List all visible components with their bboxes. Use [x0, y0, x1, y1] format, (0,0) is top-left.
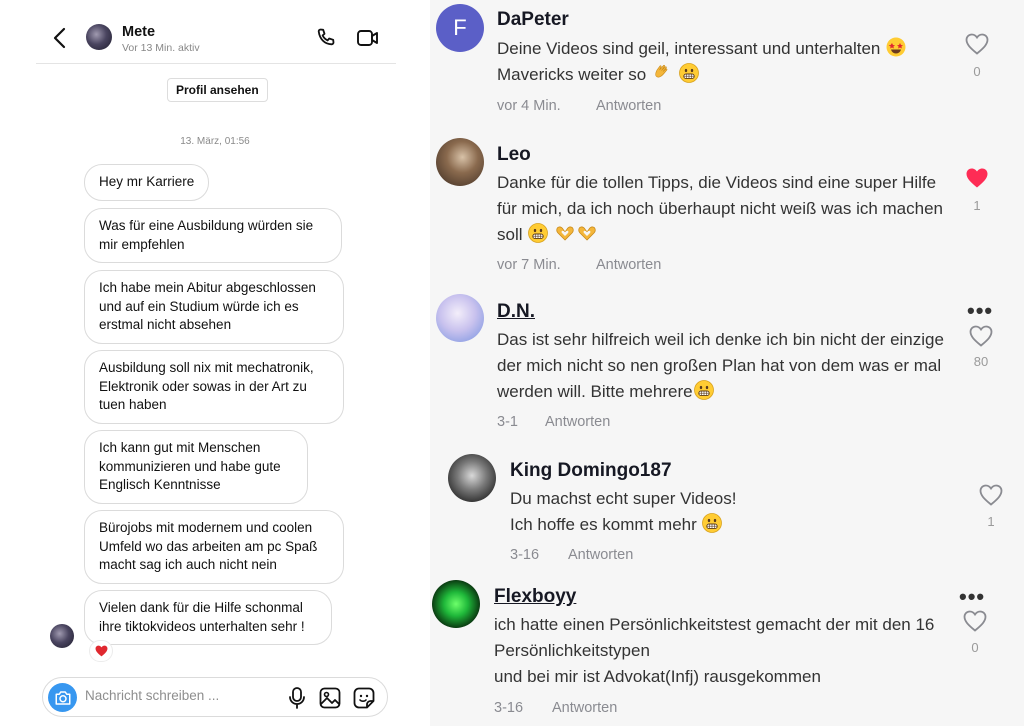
comment-item: F DaPeter Deine Videos sind geil, intere…	[430, 0, 1024, 134]
instagram-dm-panel: Mete Vor 13 Min. aktiv Profil ansehen 13…	[0, 0, 430, 726]
heart-outline-icon[interactable]	[965, 33, 989, 55]
date-separator: 13. März, 01:56	[180, 136, 250, 147]
view-profile-button[interactable]: Profil ansehen	[167, 78, 268, 102]
comment-text: Deine Videos sind geil, interessant und …	[497, 36, 949, 88]
reply-button[interactable]: Antworten	[596, 98, 661, 114]
sticker-icon[interactable]	[353, 687, 375, 709]
like-count: 80	[973, 354, 989, 369]
camera-icon[interactable]	[48, 683, 77, 712]
heart-outline-icon[interactable]	[963, 610, 987, 632]
comment-text-part: Das ist sehr hilfreich weil ich denke ic…	[497, 330, 944, 401]
message-bubble: Ich kann gut mit Menschen kommunizieren …	[84, 430, 308, 504]
comment-timestamp: 3-16	[510, 547, 540, 563]
comment-item: Leo Danke für die tollen Tipps, die Vide…	[430, 134, 1024, 290]
like-count: 0	[971, 640, 979, 655]
phone-icon[interactable]	[314, 26, 338, 50]
heart-filled-icon[interactable]	[965, 167, 989, 189]
message-bubble: Was für eine Ausbildung würden sie mir e…	[84, 208, 342, 263]
comment-author[interactable]: King Domingo187	[510, 460, 672, 482]
more-options-icon[interactable]: •••	[959, 586, 985, 608]
message-bubble: Bürojobs mit modernem und coolen Umfeld …	[84, 510, 344, 584]
message-input[interactable]	[85, 688, 275, 703]
reply-button[interactable]: Antworten	[568, 547, 633, 563]
like-count: 1	[973, 198, 981, 213]
message-bubble: Hey mr Karriere	[84, 164, 210, 201]
heart-outline-icon[interactable]	[979, 484, 1003, 506]
dm-header: Mete Vor 13 Min. aktiv	[36, 14, 396, 64]
comment-author[interactable]: DaPeter	[497, 9, 569, 31]
like-count: 1	[987, 514, 995, 529]
grinning-face-emoji	[702, 513, 723, 533]
comment-text: ich hatte einen Persönlichkeitstest gema…	[494, 615, 935, 686]
reply-button[interactable]: Antworten	[545, 414, 610, 430]
comment-avatar[interactable]	[436, 294, 484, 342]
comment-avatar[interactable]	[436, 138, 484, 186]
like-count: 0	[973, 64, 981, 79]
grinning-face-emoji	[693, 380, 714, 400]
comment-author[interactable]: Flexboyy	[494, 586, 576, 608]
comment-avatar[interactable]	[432, 580, 480, 628]
sender-avatar	[50, 624, 74, 648]
tiktok-comments-panel: F DaPeter Deine Videos sind geil, intere…	[430, 0, 1024, 726]
video-camera-icon[interactable]	[356, 27, 380, 49]
comment-text: Das ist sehr hilfreich weil ich denke ic…	[497, 327, 949, 405]
comment-item: D.N. Das ist sehr hilfreich weil ich den…	[430, 290, 1024, 446]
message-composer	[42, 677, 388, 717]
comment-text-part: Deine Videos sind geil, interessant und …	[497, 39, 886, 58]
contact-avatar[interactable]	[86, 24, 112, 50]
grinning-face-emoji	[678, 63, 699, 83]
reply-comment-item: King Domingo187 Du machst echt super Vid…	[430, 446, 1024, 574]
grinning-face-emoji	[528, 223, 549, 243]
clapping-hands-emoji	[655, 64, 668, 78]
comment-text: Danke für die tollen Tipps, die Videos s…	[497, 170, 949, 248]
microphone-icon[interactable]	[287, 687, 307, 709]
message-bubble: Ich habe mein Abitur abgeschlossen und a…	[84, 270, 344, 344]
comment-text: Du machst echt super Videos! Ich hoffe e…	[510, 486, 962, 538]
comment-text-part: Mavericks weiter so	[497, 65, 651, 84]
red-heart-reaction-icon[interactable]	[89, 640, 113, 662]
contact-status: Vor 13 Min. aktiv	[122, 42, 200, 54]
heart-outline-icon[interactable]	[969, 325, 993, 347]
comment-avatar[interactable]: F	[436, 4, 484, 52]
message-bubble: Ausbildung soll nix mit mechatronik, Ele…	[84, 350, 344, 424]
reply-button[interactable]: Antworten	[552, 700, 617, 716]
comment-author[interactable]: Leo	[497, 144, 531, 166]
comment-item: Flexboyy ich hatte einen Persönlichkeits…	[430, 574, 1024, 726]
heart-hands-emoji	[578, 226, 596, 241]
comment-avatar[interactable]	[448, 454, 496, 502]
contact-name[interactable]: Mete	[122, 24, 155, 40]
reply-button[interactable]: Antworten	[596, 257, 661, 273]
comment-timestamp: vor 7 Min.	[497, 257, 561, 273]
comment-text-part	[673, 65, 678, 84]
more-options-icon[interactable]: •••	[967, 300, 993, 322]
gallery-icon[interactable]	[319, 687, 341, 709]
comment-timestamp: 3-16	[494, 700, 524, 716]
comment-timestamp: vor 4 Min.	[497, 98, 561, 114]
message-bubble: Vielen dank für die Hilfe schonmal ihre …	[84, 590, 332, 645]
comment-author[interactable]: D.N.	[497, 301, 535, 323]
comment-timestamp: 3-1	[497, 414, 518, 430]
heart-hands-emoji	[556, 226, 574, 241]
back-arrow-icon[interactable]	[50, 26, 70, 50]
grinning-face-with-star-eyes-emoji	[886, 37, 906, 57]
comment-text-part	[549, 225, 554, 244]
